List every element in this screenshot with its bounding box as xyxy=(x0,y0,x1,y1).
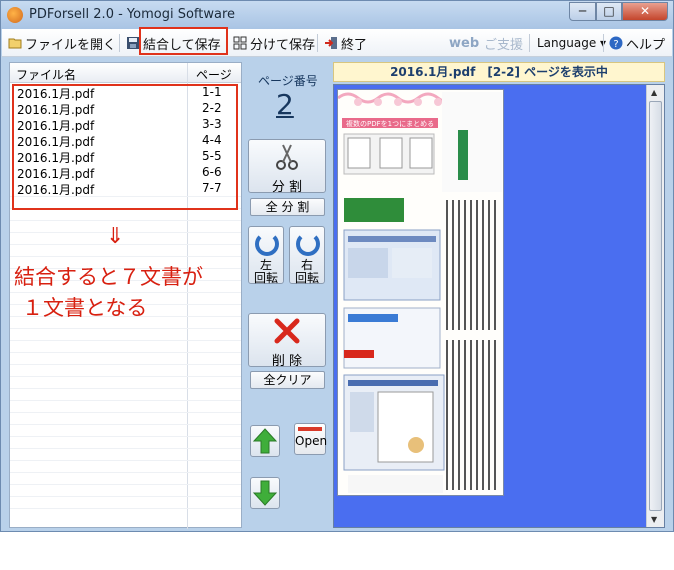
split-save-label: 分けて保存 xyxy=(250,37,316,53)
move-up-button[interactable] xyxy=(250,425,280,457)
row-gridline xyxy=(10,220,241,221)
toolbar-divider xyxy=(317,34,318,52)
preview-scrollbar[interactable]: ▲ ▼ xyxy=(646,85,664,527)
row-gridline xyxy=(10,244,241,245)
help-button[interactable]: ? ヘルプ xyxy=(609,33,665,53)
annotation-line: １文書となる xyxy=(22,296,148,320)
toolbar-divider xyxy=(603,34,604,52)
rotate-right-button[interactable]: 右 回転 xyxy=(289,226,325,285)
maximize-button[interactable]: □ xyxy=(596,2,622,21)
rotate-right-label: 回転 xyxy=(294,271,319,285)
move-down-button[interactable] xyxy=(250,477,280,509)
file-list-highlight xyxy=(12,84,238,210)
preview-header: 2016.1月.pdf [2-2] ページを表示中 xyxy=(333,62,665,82)
scrollbar-thumb[interactable] xyxy=(649,101,662,511)
title-bar[interactable]: PDForsell 2.0 - Yomogi Software ─ □ ✕ xyxy=(1,1,673,29)
row-gridline xyxy=(10,448,241,449)
exit-label: 終了 xyxy=(341,37,368,53)
scroll-down-icon[interactable]: ▼ xyxy=(651,515,657,524)
column-header-page[interactable]: ページ xyxy=(196,66,232,83)
annotation-text: 結合すると７文書が １文書となる xyxy=(14,262,203,324)
row-gridline xyxy=(10,376,241,377)
grid-icon xyxy=(233,36,247,50)
row-gridline xyxy=(10,340,241,341)
web-link[interactable]: web xyxy=(449,33,479,53)
scroll-up-icon[interactable]: ▲ xyxy=(651,88,657,97)
row-gridline xyxy=(10,388,241,389)
row-gridline xyxy=(10,484,241,485)
folder-icon xyxy=(8,38,22,49)
pdf-page-preview: 複数のPDFを1つにまとめる xyxy=(337,89,504,496)
delete-button[interactable]: 削 除 xyxy=(248,313,326,369)
toolbar-divider xyxy=(119,34,120,52)
row-gridline xyxy=(10,256,241,257)
close-button[interactable]: ✕ xyxy=(622,2,668,21)
page-number-label: ページ番号 xyxy=(258,74,318,88)
help-label: ヘルプ xyxy=(626,37,666,53)
window-title: PDForsell 2.0 - Yomogi Software xyxy=(29,7,236,22)
rotate-left-label: 回転 xyxy=(253,271,278,285)
split-label: 分 割 xyxy=(271,180,303,195)
rotate-left-icon xyxy=(255,232,279,256)
svg-text:?: ? xyxy=(613,39,618,50)
row-gridline xyxy=(10,436,241,437)
rotate-left-button[interactable]: 左 回転 xyxy=(248,226,284,285)
pdf-heading: 複数のPDFを1つにまとめる xyxy=(346,119,434,128)
row-gridline xyxy=(10,412,241,413)
arrow-up-icon xyxy=(252,428,278,454)
arrow-down-icon xyxy=(252,480,278,506)
row-gridline xyxy=(10,232,241,233)
open-file-button[interactable]: ファイルを開く xyxy=(8,33,116,53)
split-all-button[interactable]: 全 分 割 xyxy=(250,198,325,216)
pdf-page-art: 複数のPDFを1つにまとめる xyxy=(338,90,503,495)
row-gridline xyxy=(10,508,241,509)
row-gridline xyxy=(10,328,241,329)
row-gridline xyxy=(10,352,241,353)
exit-button[interactable]: 終了 xyxy=(324,33,367,53)
delete-label: 削 除 xyxy=(271,354,303,369)
app-icon xyxy=(7,7,23,23)
clear-all-button[interactable]: 全クリア xyxy=(250,371,325,389)
split-button[interactable]: 分 割 xyxy=(248,139,326,195)
open-file-label: ファイルを開く xyxy=(25,37,117,53)
support-link[interactable]: ご支援 xyxy=(484,33,523,53)
toolbar: ファイルを開く 結合して保存 分けて保存 終了 web ご支援 Language… xyxy=(2,29,672,57)
delete-x-icon xyxy=(274,318,300,344)
scissors-icon xyxy=(276,144,298,170)
down-arrow-icon: ⇓ xyxy=(106,224,125,249)
language-menu[interactable]: Language ▾ xyxy=(537,33,606,53)
page-number[interactable]: 2 xyxy=(276,88,294,121)
row-gridline xyxy=(10,424,241,425)
row-gridline xyxy=(10,496,241,497)
rotate-right-icon xyxy=(296,232,320,256)
file-list-header: ファイル名 ページ xyxy=(10,63,241,83)
exit-icon xyxy=(325,37,337,49)
row-gridline xyxy=(10,460,241,461)
merge-save-highlight xyxy=(139,27,228,55)
open-button[interactable]: Open xyxy=(294,423,327,455)
annotation-line: 結合すると７文書が xyxy=(14,265,203,289)
minimize-button[interactable]: ─ xyxy=(569,2,596,21)
save-icon xyxy=(127,37,139,49)
split-save-button[interactable]: 分けて保存 xyxy=(233,33,315,53)
help-icon: ? xyxy=(609,36,623,50)
row-gridline xyxy=(10,472,241,473)
column-header-filename[interactable]: ファイル名 xyxy=(16,66,76,83)
row-gridline xyxy=(10,364,241,365)
row-gridline xyxy=(10,400,241,401)
toolbar-divider xyxy=(529,34,530,52)
